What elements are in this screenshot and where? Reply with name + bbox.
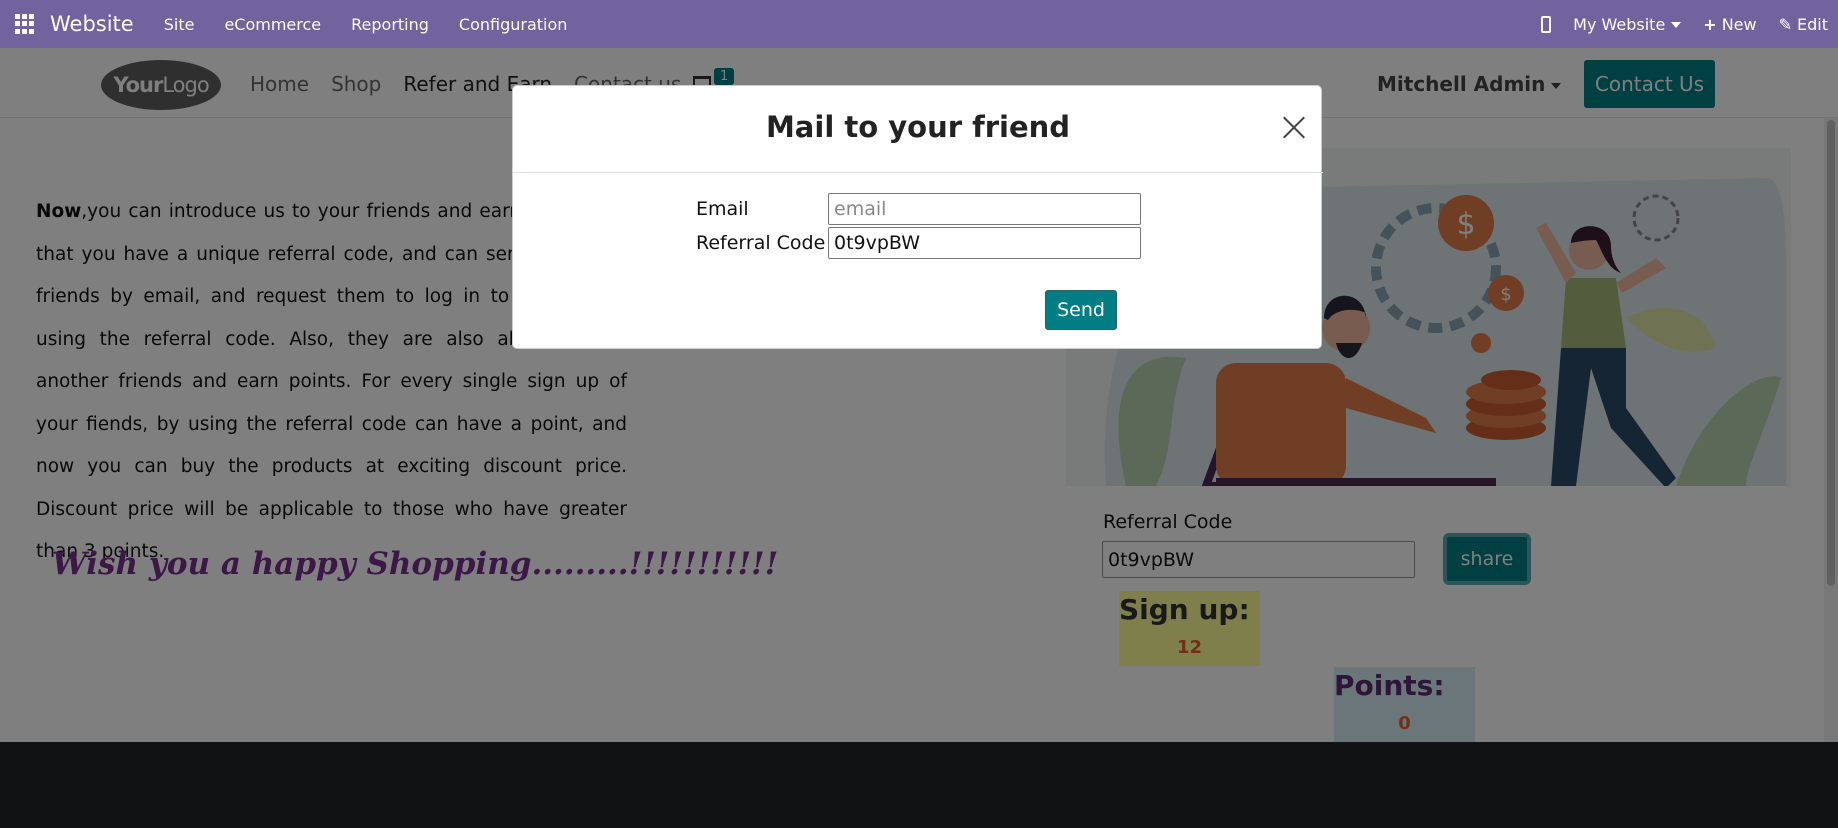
menu-site[interactable]: Site: [149, 15, 210, 34]
new-button[interactable]: + New: [1703, 15, 1756, 34]
new-label: New: [1721, 14, 1757, 34]
admin-actions: My Website + New ✎ Edit: [1541, 15, 1838, 34]
modal-header: Mail to your friend: [513, 86, 1323, 173]
website-selector-label: My Website: [1573, 14, 1666, 34]
apps-grid-icon[interactable]: [15, 14, 35, 34]
mail-friend-modal: Mail to your friend Email Referral Code …: [512, 85, 1323, 349]
website-selector[interactable]: My Website: [1573, 14, 1682, 34]
modal-referral-code-input[interactable]: [828, 227, 1141, 259]
modal-title: Mail to your friend: [765, 110, 1071, 144]
close-icon[interactable]: [1281, 114, 1307, 140]
modal-referral-code-label: Referral Code: [696, 232, 826, 254]
email-label: Email: [696, 198, 749, 220]
chevron-down-icon: [1671, 22, 1682, 28]
edit-button[interactable]: ✎ Edit: [1779, 15, 1828, 34]
plus-icon: +: [1703, 14, 1717, 34]
menu-reporting[interactable]: Reporting: [336, 15, 444, 34]
mobile-preview-icon[interactable]: [1541, 15, 1552, 33]
app-brand[interactable]: Website: [50, 12, 134, 36]
menu-ecommerce[interactable]: eCommerce: [209, 15, 336, 34]
pencil-icon: ✎: [1778, 14, 1793, 34]
menu-configuration[interactable]: Configuration: [444, 15, 583, 34]
edit-label: Edit: [1797, 14, 1828, 34]
admin-navbar: Website Site eCommerce Reporting Configu…: [0, 0, 1838, 48]
send-button[interactable]: Send: [1045, 290, 1117, 330]
email-field[interactable]: [828, 193, 1141, 225]
admin-menu: Site eCommerce Reporting Configuration: [149, 15, 583, 34]
